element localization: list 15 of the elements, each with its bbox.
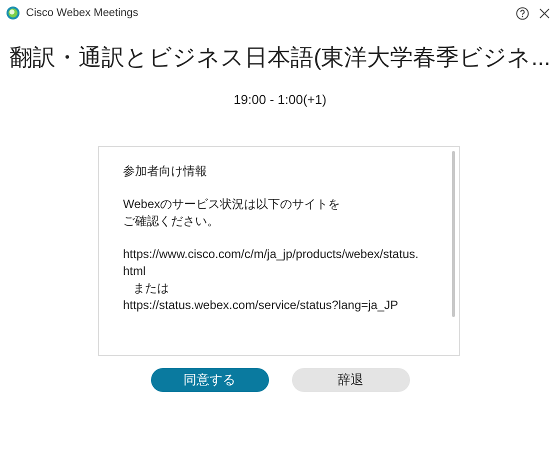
accept-button[interactable]: 同意する (150, 368, 268, 392)
meeting-title: 翻訳・通訳とビジネス日本語(東洋大学春季ビジネ... (10, 43, 550, 72)
help-icon[interactable] (516, 6, 529, 20)
info-text: https://www.cisco.com/c/m/ja_jp/products/webex/status. html (123, 246, 418, 280)
scrollbar[interactable] (452, 151, 455, 317)
info-text: https://status.webex.com/service/status?lang=ja_JP (123, 297, 398, 314)
close-icon[interactable] (539, 8, 550, 18)
info-text: Webexのサービス状況は以下のサイトを (123, 196, 340, 213)
info-text: 参加者向け情報 (123, 163, 207, 180)
decline-button[interactable]: 辞退 (292, 368, 410, 392)
app-logo-icon (6, 6, 20, 20)
info-text: または (132, 280, 170, 297)
window-title: Cisco Webex Meetings (26, 6, 138, 21)
info-text: ご確認ください。 (123, 213, 219, 230)
meeting-time: 19:00 - 1:00(+1) (234, 90, 326, 109)
